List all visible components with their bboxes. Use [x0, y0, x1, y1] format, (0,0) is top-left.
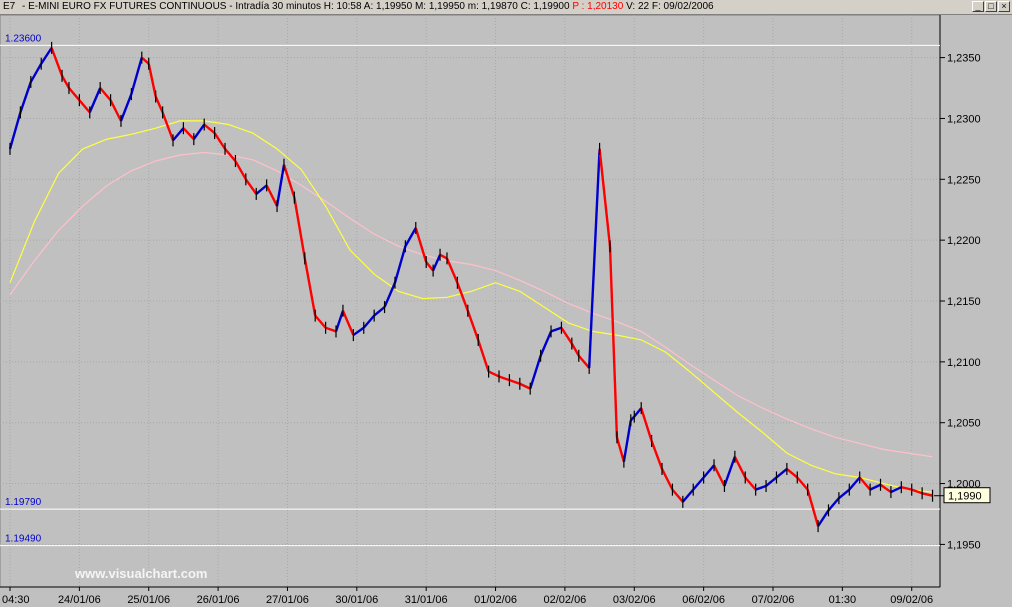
interval: - Intradía 30 minutos [229, 1, 321, 12]
level-label: 1.19490 [5, 534, 42, 545]
quote-previous: P : 1,20130 [572, 1, 624, 12]
y-tick-label: 1,2350 [947, 53, 981, 65]
x-tick-label: 09/02/06 [890, 594, 933, 606]
symbol: E7 [3, 1, 16, 12]
current-price-label: 1,1990 [948, 491, 982, 503]
quote-date: F: 09/02/2006 [651, 1, 714, 12]
x-tick-label: 03/02/06 [613, 594, 656, 606]
y-tick-label: 1,2250 [947, 174, 981, 186]
close-button[interactable]: × [998, 1, 1010, 12]
quote-low: m: 1,19870 [467, 1, 518, 12]
x-tick-label: 04:30 [2, 594, 30, 606]
x-tick-label: 01:30 [829, 594, 857, 606]
price-chart[interactable]: 1,2350 1,2300 1,2250 1,2200 1,2150 1,2100 1,20… [0, 15, 1012, 607]
y-tick-label: 1,2050 [947, 418, 981, 430]
quote-time: H: 10:58 [323, 1, 362, 12]
title-bar: E7 - E-MINI EURO FX FUTURES CONTINUOUS -… [0, 0, 1012, 15]
x-tick-label: 07/02/06 [752, 594, 795, 606]
x-tick-label: 01/02/06 [474, 594, 517, 606]
quote-high: M: 1,19950 [414, 1, 465, 12]
y-tick-label: 1,2200 [947, 235, 981, 247]
x-tick-label: 02/02/06 [543, 594, 586, 606]
watermark: www.visualchart.com [74, 566, 207, 581]
y-tick-label: 1,2300 [947, 113, 981, 125]
x-tick-label: 06/02/06 [682, 594, 725, 606]
y-tick-label: 1,2150 [947, 296, 981, 308]
window-controls: _ □ × [972, 1, 1010, 12]
x-tick-label: 27/01/06 [266, 594, 309, 606]
x-tick-label: 30/01/06 [335, 594, 378, 606]
x-tick-label: 31/01/06 [405, 594, 448, 606]
quote-summary: E7 - E-MINI EURO FX FUTURES CONTINUOUS -… [3, 1, 714, 13]
minimize-button[interactable]: _ [972, 1, 984, 12]
x-tick-label: 25/01/06 [127, 594, 170, 606]
instrument-name: - E-MINI EURO FX FUTURES CONTINUOUS [22, 1, 227, 12]
quote-close: C: 1,19900 [520, 1, 570, 12]
restore-button[interactable]: □ [985, 1, 997, 12]
x-tick-label: 26/01/06 [197, 594, 240, 606]
quote-volume: V: 22 [626, 1, 650, 12]
level-label: 1.19790 [5, 497, 42, 508]
quote-open: A: 1,19950 [363, 1, 413, 12]
level-label: 1.23600 [5, 33, 42, 44]
y-tick-label: 1,2100 [947, 357, 981, 369]
x-tick-label: 24/01/06 [58, 594, 101, 606]
y-tick-label: 1,1950 [947, 539, 981, 551]
